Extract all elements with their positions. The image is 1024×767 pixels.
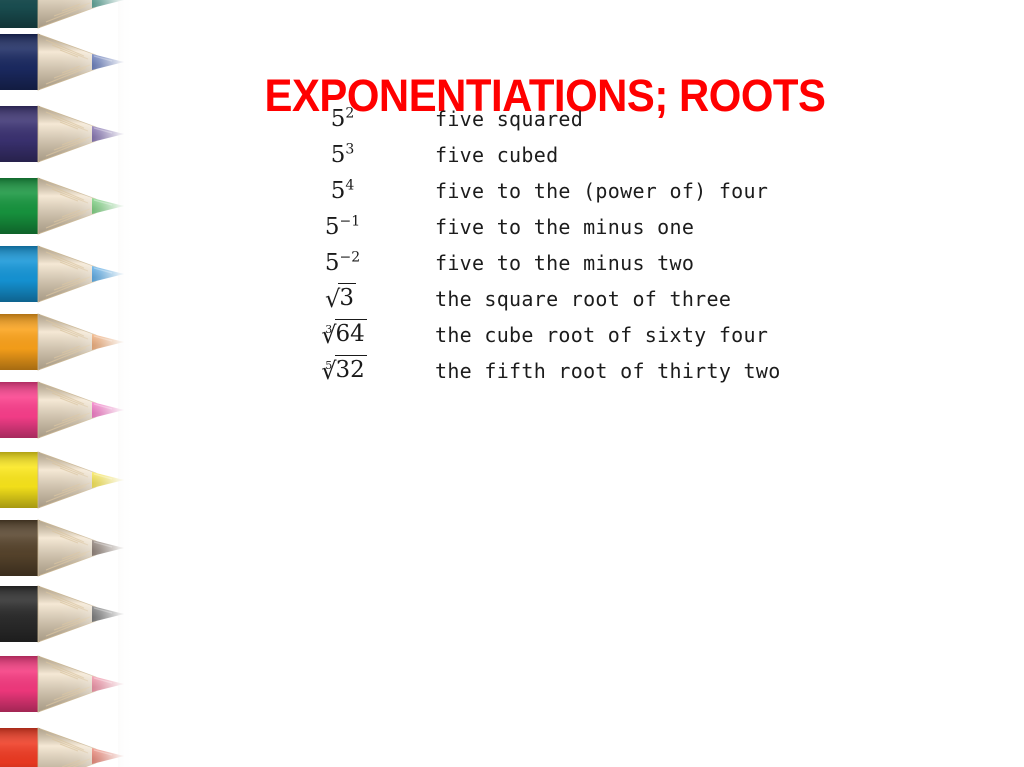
pencil-green [0,172,136,242]
pencil-border-decoration [0,0,136,767]
math-expression: 3√64 [250,317,435,353]
reading-text: five to the minus two [435,251,695,275]
pencil-orange [0,308,136,378]
math-expression: 5√32 [250,353,435,389]
table-row: 53 five cubed [250,137,781,173]
math-expression: √3 [250,281,435,317]
table-row: 54 five to the (power of) four [250,173,781,209]
exponent-base: 5 [330,178,346,204]
radical-expression: 5√32 [318,355,367,383]
radicand: 64 [334,319,367,347]
exponent-base: 5 [330,106,346,132]
pencil-navy [0,28,136,98]
math-expression: 54 [250,173,435,209]
math-expression: 52 [250,101,435,137]
pencil-hot-pink [0,376,136,446]
exponent-superscript: −1 [339,213,361,230]
exponent-superscript: 2 [345,105,355,122]
pencil-pink [0,650,136,720]
reading-text: five squared [435,107,584,131]
radicand: 3 [338,283,356,311]
table-row: 5−2 five to the minus two [250,245,781,281]
reading-text: the square root of three [435,287,732,311]
reading-text: five to the minus one [435,215,695,239]
pencil-yellow [0,446,136,516]
table-row: 5−1 five to the minus one [250,209,781,245]
radical-expression: √3 [325,283,356,311]
pencil-red-orange [0,722,136,767]
radicand: 32 [334,355,367,383]
table-row: √3 the square root of three [250,281,781,317]
exponent-superscript: 3 [345,141,355,158]
exponent-base: 5 [324,250,340,276]
exponent-superscript: 4 [345,177,355,194]
table-row: 52 five squared [250,101,781,137]
reading-text: the cube root of sixty four [435,323,769,347]
pencil-black [0,580,136,650]
exponent-base: 5 [324,214,340,240]
exponent-root-table: 52 five squared 53 five cubed 54 five to the … [250,101,781,389]
table-row: 5√32 the fifth root of thirty two [250,353,781,389]
radical-expression: 3√64 [318,319,367,347]
pencil-brown [0,514,136,584]
exponent-superscript: −2 [339,249,361,266]
pencil-indigo [0,100,136,170]
reading-text: five cubed [435,143,559,167]
reading-text: the fifth root of thirty two [435,359,781,383]
reading-text: five to the (power of) four [435,179,769,203]
pencil-light-blue [0,240,136,310]
math-expression: 5−2 [250,245,435,281]
math-expression: 5−1 [250,209,435,245]
table-row: 3√64 the cube root of sixty four [250,317,781,353]
exponent-base: 5 [330,142,346,168]
math-expression: 53 [250,137,435,173]
